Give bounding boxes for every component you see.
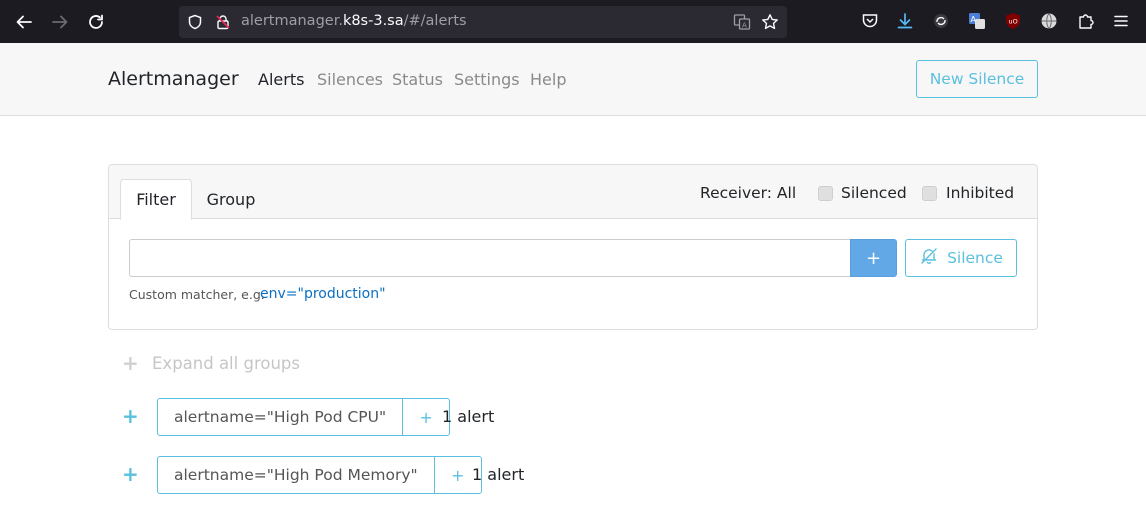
translate-extension-icon[interactable]: A bbox=[967, 11, 987, 31]
app-navbar: Alertmanager Alerts Silences Status Sett… bbox=[0, 43, 1146, 116]
matcher-hint: Custom matcher, e.g. bbox=[129, 287, 265, 302]
expand-all-label: Expand all groups bbox=[152, 353, 300, 373]
receiver-dropdown[interactable]: Receiver: All bbox=[700, 184, 796, 202]
alert-count: 1 alert bbox=[442, 407, 495, 426]
tab-filter[interactable]: Filter bbox=[120, 179, 192, 220]
plus-icon: + bbox=[122, 351, 139, 375]
silenced-label[interactable]: Silenced bbox=[841, 184, 907, 202]
group-matcher-pill: alertname="High Pod CPU" + bbox=[157, 398, 451, 436]
expand-group-plus-icon[interactable]: + bbox=[122, 462, 139, 486]
tab-group[interactable]: Group bbox=[199, 179, 263, 220]
url-text[interactable]: alertmanager.k8s-3.sa/#/alerts bbox=[241, 13, 467, 29]
bookmark-star-icon[interactable] bbox=[761, 13, 779, 31]
address-bar[interactable]: alertmanager.k8s-3.sa/#/alerts A bbox=[179, 6, 787, 38]
nav-link-silences[interactable]: Silences bbox=[317, 70, 383, 89]
globe-icon[interactable] bbox=[1039, 11, 1059, 31]
group-matcher-label[interactable]: alertname="High Pod Memory" bbox=[158, 457, 435, 493]
silence-button-label: Silence bbox=[947, 249, 1003, 267]
brand-title[interactable]: Alertmanager bbox=[108, 68, 239, 90]
hamburger-menu-icon[interactable] bbox=[1111, 11, 1131, 31]
alert-count: 1 alert bbox=[472, 465, 525, 484]
svg-text:A: A bbox=[742, 22, 747, 30]
svg-text:uO: uO bbox=[1009, 18, 1018, 26]
new-silence-button[interactable]: New Silence bbox=[916, 60, 1038, 98]
pocket-icon[interactable] bbox=[860, 11, 880, 31]
insecure-lock-icon[interactable] bbox=[214, 13, 232, 31]
group-matcher-pill: alertname="High Pod Memory" + bbox=[157, 456, 482, 494]
filter-card: Filter Group Receiver: All Silenced Inhi… bbox=[108, 164, 1038, 330]
extension-sync-icon[interactable] bbox=[931, 11, 951, 31]
add-matcher-button[interactable]: + bbox=[850, 239, 897, 277]
shield-icon[interactable] bbox=[186, 13, 204, 31]
browser-toolbar: alertmanager.k8s-3.sa/#/alerts A A uO bbox=[0, 0, 1146, 43]
expand-all-groups-button[interactable]: + Expand all groups bbox=[122, 351, 300, 375]
silenced-checkbox[interactable] bbox=[818, 186, 833, 201]
bell-slash-icon bbox=[919, 246, 939, 270]
filter-card-header: Filter Group Receiver: All Silenced Inhi… bbox=[109, 165, 1037, 220]
nav-link-alerts[interactable]: Alerts bbox=[258, 70, 304, 89]
inhibited-label[interactable]: Inhibited bbox=[946, 184, 1014, 202]
nav-link-settings[interactable]: Settings bbox=[454, 70, 520, 89]
ublock-icon[interactable]: uO bbox=[1003, 11, 1023, 31]
filter-input[interactable] bbox=[129, 239, 851, 277]
inhibited-checkbox[interactable] bbox=[922, 186, 937, 201]
translate-icon[interactable]: A bbox=[733, 13, 751, 31]
expand-group-plus-icon[interactable]: + bbox=[122, 404, 139, 428]
extensions-puzzle-icon[interactable] bbox=[1076, 11, 1096, 31]
nav-link-status[interactable]: Status bbox=[392, 70, 443, 89]
svg-text:A: A bbox=[971, 15, 977, 24]
back-arrow-icon[interactable] bbox=[13, 11, 35, 33]
group-matcher-label[interactable]: alertname="High Pod CPU" bbox=[158, 399, 404, 435]
reload-icon[interactable] bbox=[85, 11, 107, 33]
forward-arrow-icon[interactable] bbox=[49, 11, 71, 33]
silence-button[interactable]: Silence bbox=[905, 239, 1017, 277]
nav-link-help[interactable]: Help bbox=[530, 70, 566, 89]
download-icon[interactable] bbox=[895, 11, 915, 31]
matcher-example: env="production" bbox=[260, 286, 386, 302]
